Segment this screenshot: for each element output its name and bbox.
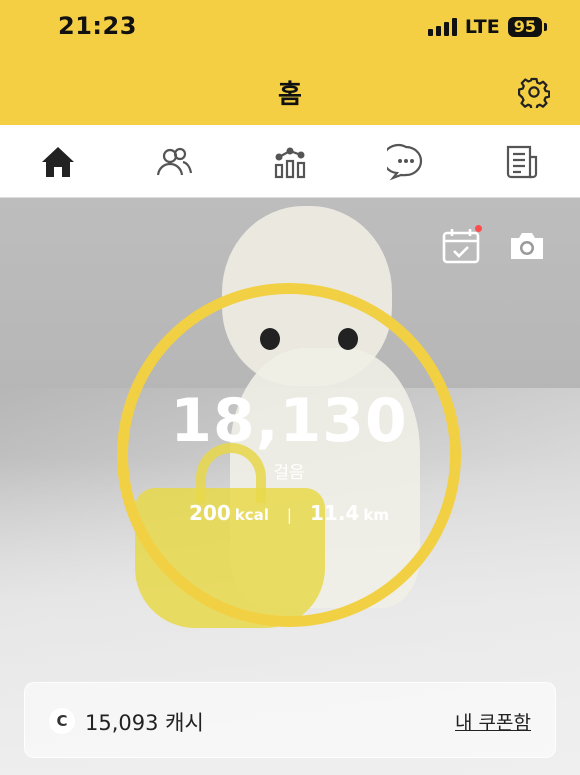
network-label: LTE [464,16,500,38]
tab-stats[interactable] [270,142,310,182]
step-count: 18,130 [170,386,408,456]
stats-icon [274,147,306,179]
camera-icon[interactable] [508,230,546,262]
news-icon [506,145,538,179]
tab-bar [0,125,580,198]
calendar-check-icon[interactable] [442,228,480,264]
status-indicators: LTE 95 [427,16,547,38]
cash-balance: 15,093 캐시 [85,711,204,735]
cash-balance-bar[interactable]: C 15,093 캐시 내 쿠폰함 [24,682,556,758]
page-title: 홈 [278,80,302,110]
distance-value: 11.4 [309,501,360,525]
distance-unit: km [363,506,389,524]
activity-metrics: 200 kcal | 11.4 km [117,501,461,525]
tab-chat[interactable] [386,142,426,182]
battery-icon: 95 [507,17,547,37]
status-time: 21:23 [58,12,137,40]
gear-icon[interactable] [518,76,551,111]
tab-news[interactable] [502,142,542,182]
chat-icon [387,144,423,181]
home-icon [42,147,74,177]
metric-separator: | [286,506,292,524]
my-coupons-link[interactable]: 내 쿠폰함 [455,708,531,735]
notification-dot [475,225,482,232]
tab-home[interactable] [38,142,78,182]
app-header: 21:23 LTE 95 홈 [0,0,580,125]
kcal-unit: kcal [234,506,269,524]
battery-level: 95 [513,17,536,36]
friends-icon [156,147,193,176]
signal-icon [427,18,457,36]
step-count-label: 걸음 [273,463,305,483]
tab-friends[interactable] [154,142,194,182]
kcal-value: 200 [189,501,231,525]
step-hero: 18,130 걸음 200 kcal | 11.4 km C 15,093 캐시 내 쿠… [0,198,580,775]
cash-coin-icon: C [49,708,75,734]
